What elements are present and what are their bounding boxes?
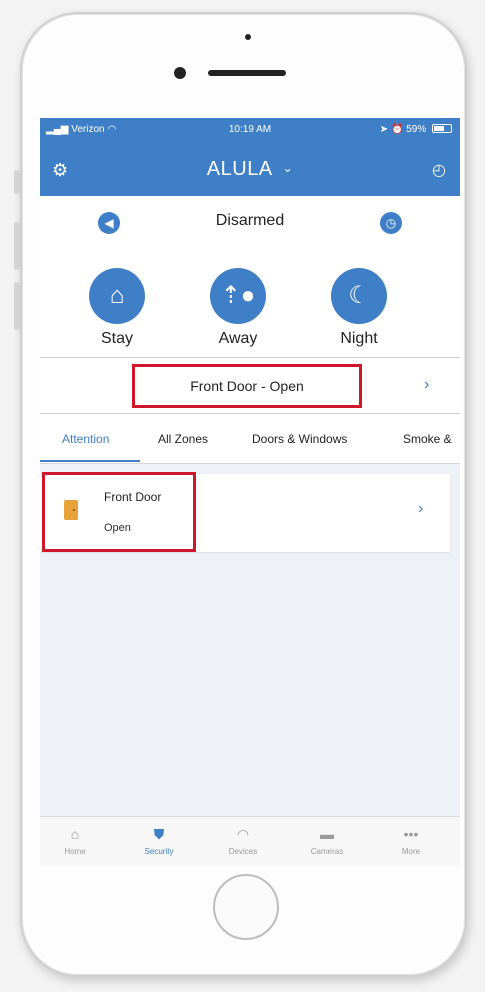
wifi-icon: ◠ xyxy=(236,826,250,842)
shield-icon: ⛊ xyxy=(153,826,165,842)
mode-away-button[interactable]: ⇡● Away xyxy=(203,268,273,348)
volume-up-button xyxy=(14,222,20,270)
mute-switch xyxy=(14,170,20,194)
tabbar-more[interactable]: ••• More xyxy=(376,825,446,856)
app-screen: ▂▄▆ Verizon ◠ 10:19 AM ➤ ⏰ 59% ⚙ ALULA ⌄ … xyxy=(40,118,460,866)
chevron-right-icon: › xyxy=(418,500,424,517)
camera-icon: ▬ xyxy=(320,826,334,842)
moon-icon: ☾ xyxy=(331,268,387,324)
alarm-icon: ⏰ xyxy=(390,124,404,135)
account-selector[interactable]: ALULA ⌄ xyxy=(40,158,460,181)
home-button[interactable] xyxy=(213,874,279,940)
mode-night-button[interactable]: ☾ Night xyxy=(324,268,394,348)
clock-icon[interactable]: ◷ xyxy=(380,212,402,234)
tabbar-devices[interactable]: ◠ Devices xyxy=(208,825,278,856)
volume-down-button xyxy=(14,282,20,330)
mode-stay-button[interactable]: ⌂ Stay xyxy=(82,268,152,348)
front-camera xyxy=(174,67,186,79)
page-title: ALULA xyxy=(206,158,273,180)
bottom-tabbar: ⌂ Home ⛊ Security ◠ Devices ▬ Cameras ••… xyxy=(40,816,460,866)
battery-icon xyxy=(432,124,452,133)
zone-tabs: Attention All Zones Doors & Windows Smok… xyxy=(40,414,460,464)
more-icon: ••• xyxy=(403,826,419,842)
battery-percent: 59% xyxy=(406,124,427,135)
history-icon[interactable]: ◴ xyxy=(432,160,446,180)
people-icon: ⇡● xyxy=(210,268,266,324)
tab-attention[interactable]: Attention xyxy=(62,432,109,446)
home-icon: ⌂ xyxy=(89,268,145,324)
alert-message: Front Door - Open xyxy=(132,364,362,408)
app-header: ▂▄▆ Verizon ◠ 10:19 AM ➤ ⏰ 59% ⚙ ALULA ⌄ … xyxy=(40,118,460,196)
earpiece-speaker xyxy=(208,70,286,76)
tab-all-zones[interactable]: All Zones xyxy=(158,432,208,446)
alert-bar[interactable]: Front Door - Open › xyxy=(40,358,460,414)
arm-panel: ◀ Disarmed ◷ ⌂ Stay ⇡● Away ☾ Night xyxy=(40,196,460,358)
status-right: ➤ ⏰ 59% xyxy=(380,124,452,135)
location-icon: ➤ xyxy=(379,124,389,135)
tab-smoke[interactable]: Smoke & xyxy=(403,432,452,446)
tabbar-home[interactable]: ⌂ Home xyxy=(40,825,110,856)
tabbar-security[interactable]: ⛊ Security xyxy=(124,825,194,856)
home-icon: ⌂ xyxy=(70,826,80,842)
chevron-down-icon: ⌄ xyxy=(282,161,294,175)
chevron-right-icon: › xyxy=(424,376,430,393)
zone-highlight-box xyxy=(42,472,196,552)
tab-doors-windows[interactable]: Doors & Windows xyxy=(252,432,347,446)
status-bar: ▂▄▆ Verizon ◠ 10:19 AM ➤ ⏰ 59% xyxy=(40,122,460,138)
active-tab-indicator xyxy=(40,460,140,462)
proximity-sensor xyxy=(245,34,251,40)
tabbar-cameras[interactable]: ▬ Cameras xyxy=(292,825,362,856)
